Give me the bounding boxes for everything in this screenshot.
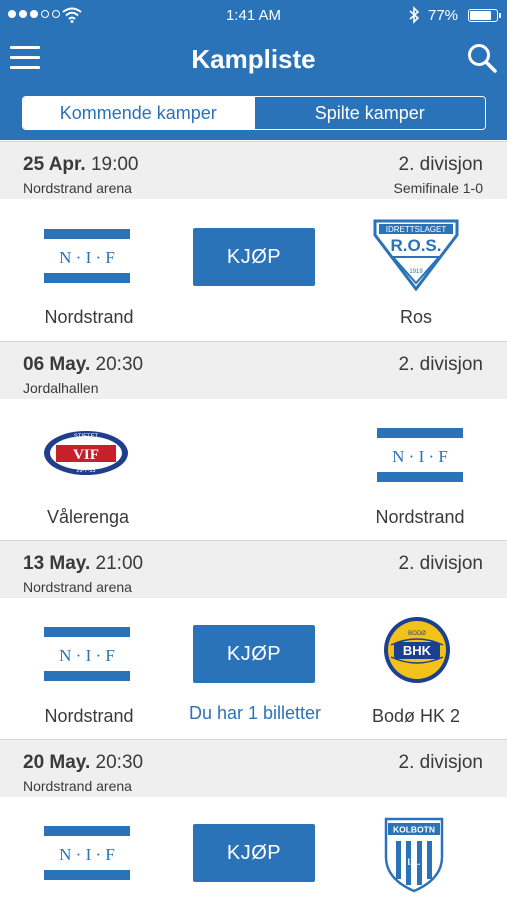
match-header: 20 May. 20:30 Nordstrand arena 2. divisj…	[0, 739, 507, 797]
match-venue: Nordstrand arena	[23, 778, 132, 794]
home-team-name: Nordstrand	[44, 307, 134, 327]
vif-logo: STIFTET VIF 29·7·13	[44, 431, 128, 475]
match-card[interactable]: 20 May. 20:30 Nordstrand arena 2. divisj…	[0, 739, 507, 900]
kolbotn-logo-bottom: I.L.	[408, 857, 421, 867]
search-icon[interactable]	[466, 42, 498, 74]
match-header: 06 May. 20:30 Jordalhallen 2. divisjon	[0, 341, 507, 399]
match-time: 19:00	[90, 154, 139, 175]
segmented-control: Kommende kamper Spilte kamper	[22, 96, 486, 130]
nif-logo-text: N · I · F	[59, 248, 115, 267]
match-division: 2. divisjon	[398, 154, 484, 175]
match-result: Semifinale 1-0	[393, 180, 484, 196]
match-datetime: 06 May. 20:30	[23, 354, 143, 376]
away-team-name: Bodø HK 2	[371, 706, 461, 726]
match-header: 25 Apr. 19:00 Nordstrand arena 2. divisj…	[0, 141, 507, 199]
nif-logo-text: N · I · F	[59, 845, 115, 864]
bluetooth-icon	[409, 6, 420, 24]
match-date: 25 Apr.	[23, 154, 86, 175]
bhk-logo-top: BODØ	[408, 631, 426, 637]
match-venue: Nordstrand arena	[23, 180, 132, 196]
tickets-owned-link[interactable]: Du har 1 billetter	[160, 703, 350, 724]
tab-played[interactable]: Spilte kamper	[253, 97, 485, 129]
match-venue: Nordstrand arena	[23, 579, 132, 595]
bhk-logo: BODØ BHK	[384, 617, 450, 683]
status-bar: 1:41 AM 77%	[0, 0, 507, 32]
nif-logo-text: N · I · F	[392, 447, 448, 466]
away-team-name: Nordstrand	[375, 507, 465, 527]
nif-logo: N · I · F	[44, 229, 130, 283]
nav-bar: Kampliste Kommende kamper Spilte kamper	[0, 32, 507, 140]
match-date: 20 May.	[23, 752, 91, 773]
buy-ticket-button[interactable]: KJØP	[193, 824, 315, 882]
vif-logo-main: VIF	[73, 447, 99, 463]
match-venue: Jordalhallen	[23, 380, 99, 396]
tab-upcoming[interactable]: Kommende kamper	[23, 97, 254, 129]
buy-ticket-button[interactable]: KJØP	[193, 625, 315, 683]
bhk-logo-main: BHK	[403, 643, 432, 658]
match-time: 21:00	[95, 553, 144, 574]
nif-logo: N · I · F	[377, 428, 463, 482]
vif-logo-top: STIFTET	[74, 434, 99, 440]
match-time: 20:30	[95, 354, 144, 375]
match-division: 2. divisjon	[398, 553, 484, 574]
ros-logo-year: 1919	[409, 269, 423, 275]
nif-logo: N · I · F	[44, 826, 130, 880]
match-datetime: 13 May. 21:00	[23, 553, 143, 575]
buy-ticket-button[interactable]: KJØP	[193, 228, 315, 286]
match-card[interactable]: 25 Apr. 19:00 Nordstrand arena 2. divisj…	[0, 141, 507, 341]
match-datetime: 25 Apr. 19:00	[23, 154, 139, 176]
nif-logo-text: N · I · F	[59, 646, 115, 665]
match-card[interactable]: 06 May. 20:30 Jordalhallen 2. divisjon S…	[0, 341, 507, 540]
away-team-name: Ros	[399, 307, 432, 327]
match-datetime: 20 May. 20:30	[23, 752, 143, 774]
ros-logo-main: R.O.S.	[390, 236, 441, 255]
match-header: 13 May. 21:00 Nordstrand arena 2. divisj…	[0, 540, 507, 598]
match-card[interactable]: 13 May. 21:00 Nordstrand arena 2. divisj…	[0, 540, 507, 739]
kolbotn-logo: KOLBOTN I.L.	[384, 817, 444, 893]
ros-logo-top: IDRETTSLAGET	[386, 225, 447, 234]
match-date: 06 May.	[23, 354, 91, 375]
match-division: 2. divisjon	[398, 752, 484, 773]
match-date: 13 May.	[23, 553, 91, 574]
battery-percent: 77%	[428, 7, 459, 24]
kolbotn-logo-top: KOLBOTN	[393, 825, 435, 835]
vif-logo-date: 29·7·13	[77, 468, 96, 474]
page-title: Kampliste	[191, 44, 316, 74]
battery-icon	[468, 9, 501, 22]
ros-logo: IDRETTSLAGET R.O.S. 1919	[373, 219, 459, 291]
match-time: 20:30	[95, 752, 144, 773]
match-division: 2. divisjon	[398, 354, 484, 375]
nif-logo: N · I · F	[44, 627, 130, 681]
home-team-name: Vålerenga	[46, 507, 130, 527]
home-team-name: Nordstrand	[44, 706, 134, 726]
